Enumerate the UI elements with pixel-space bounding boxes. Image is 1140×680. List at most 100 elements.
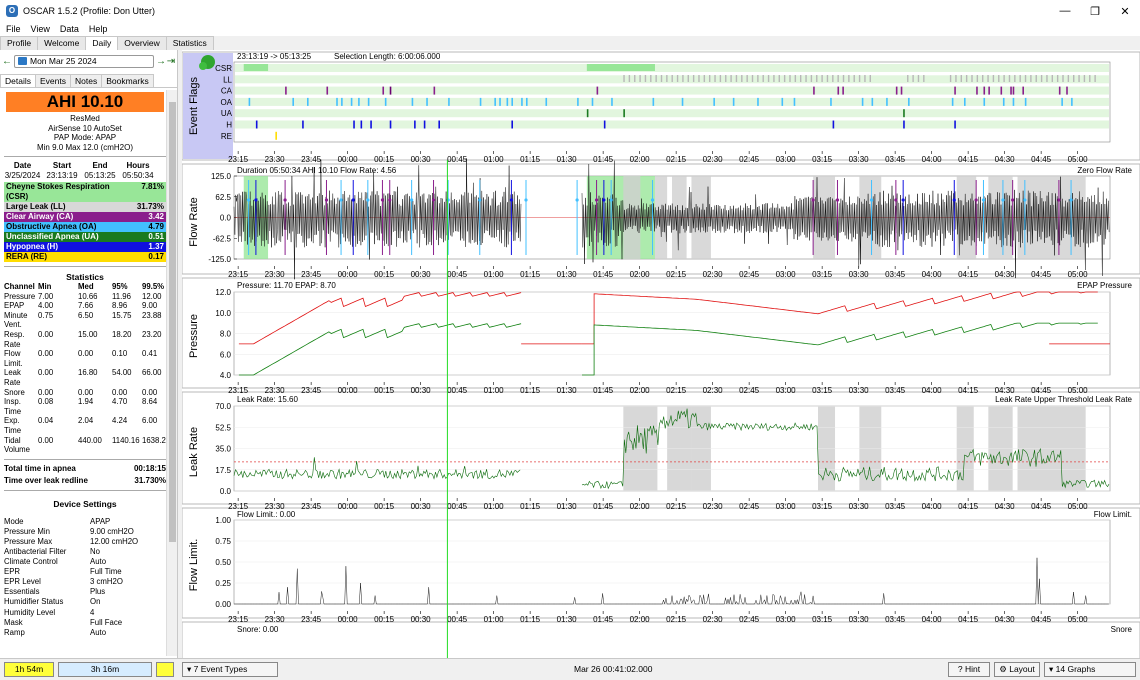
machine-brand: ResMed xyxy=(70,114,100,123)
event-value: 31.73% xyxy=(136,202,164,211)
session-header: End xyxy=(92,161,108,170)
last-day-icon[interactable]: ⇥ xyxy=(166,56,176,67)
time-tick-label: 00:15 xyxy=(374,270,395,279)
date-picker[interactable]: Mon Mar 25 2024 xyxy=(14,54,154,68)
oa-mark xyxy=(499,97,501,106)
time-tick-label: 04:30 xyxy=(995,386,1016,395)
statistics-title: Statistics xyxy=(66,272,104,282)
ll-mark xyxy=(805,75,807,82)
ll-mark xyxy=(725,75,727,82)
tab-details[interactable]: Details xyxy=(0,74,36,87)
event-row[interactable]: Hypopnea (H) 1.37 xyxy=(4,242,166,252)
time-button-2[interactable]: 3h 16m xyxy=(58,662,152,677)
tab-statistics[interactable]: Statistics xyxy=(165,36,214,50)
time-tick-label: 05:00 xyxy=(1068,386,1089,395)
event-row[interactable]: RERA (RE) 0.17 xyxy=(4,252,166,262)
time-button-1[interactable]: 1h 54m xyxy=(4,662,54,677)
tab-bookmarks[interactable]: Bookmarks xyxy=(101,74,154,87)
leak-rate-info: Leak Rate: 15.60 xyxy=(237,395,298,404)
time-tick-label: 01:00 xyxy=(484,386,505,395)
menu-data[interactable]: Data xyxy=(60,24,79,34)
next-day-icon[interactable]: → xyxy=(156,56,166,67)
menu-view[interactable]: View xyxy=(31,24,50,34)
h-mark xyxy=(353,120,355,129)
tab-daily[interactable]: Daily xyxy=(85,36,119,51)
minimize-icon[interactable]: — xyxy=(1050,0,1080,22)
ca-mark xyxy=(382,86,385,95)
stat-header: 95% xyxy=(112,282,128,291)
layout-label: Layout xyxy=(1009,664,1035,674)
flag-row-band xyxy=(235,120,1109,129)
session-end: 05:13:25 xyxy=(84,170,116,180)
time-tick-label: 02:00 xyxy=(630,615,651,624)
time-tick-label: 00:45 xyxy=(447,615,468,624)
time-tick-label: 03:00 xyxy=(776,615,797,624)
stat-header: Med xyxy=(78,282,94,291)
event-row[interactable]: Clear Airway (CA) 3.42 xyxy=(4,212,166,222)
time-tick-label: 04:15 xyxy=(958,615,979,624)
time-tick-label: 02:15 xyxy=(666,386,687,395)
time-tick-label: 04:00 xyxy=(922,155,943,164)
tab-notes[interactable]: Notes xyxy=(69,74,103,87)
stat-header: Channel xyxy=(4,282,35,291)
flow-limit-tick-label: 1.00 xyxy=(215,516,231,525)
event-row[interactable]: Large Leak (LL) 31.73% xyxy=(4,202,166,212)
ll-mark xyxy=(1035,75,1037,82)
time-tick-label: 23:30 xyxy=(265,386,286,395)
tab-events[interactable]: Events xyxy=(34,74,71,87)
event-types-dropdown[interactable]: ▾ 7 Event Types xyxy=(182,662,278,677)
oa-mark xyxy=(526,97,528,106)
help-icon: ? xyxy=(957,664,965,674)
event-label: Hypopnea (H) xyxy=(6,242,58,251)
time-tick-label: 01:15 xyxy=(520,502,541,511)
time-tick-label: 02:00 xyxy=(630,155,651,164)
time-tick-label: 03:30 xyxy=(849,386,870,395)
setting-name: Mode xyxy=(4,516,24,526)
cursor-time: Mar 26 00:41:02.000 xyxy=(574,664,653,674)
event-row[interactable]: Obstructive Apnea (OA) 4.79 xyxy=(4,222,166,232)
setting-value: On xyxy=(90,597,101,607)
menu-help[interactable]: Help xyxy=(89,24,108,34)
event-flags-ylabel: Event Flags xyxy=(188,76,200,135)
hint-button[interactable]: ? Hint xyxy=(948,662,990,677)
ll-mark xyxy=(923,75,925,82)
event-marker-dot xyxy=(339,198,343,202)
oa-mark xyxy=(713,97,715,106)
graphs-dropdown[interactable]: ▾ 14 Graphs xyxy=(1044,662,1136,677)
layout-button[interactable]: ⚙ Layout xyxy=(994,662,1040,677)
graphs-count-label: 14 Graphs xyxy=(1055,664,1096,674)
setting-value: 12.00 cmH2O xyxy=(90,536,139,546)
ll-mark xyxy=(960,75,962,82)
oa-mark xyxy=(506,97,509,106)
ca-mark xyxy=(1022,86,1024,95)
stat-cell: Exp. Time xyxy=(4,416,22,435)
menu-file[interactable]: File xyxy=(6,24,21,34)
prev-day-icon[interactable]: ← xyxy=(2,56,12,67)
tab-overview[interactable]: Overview xyxy=(117,36,167,50)
close-icon[interactable]: ✕ xyxy=(1110,0,1140,22)
ll-mark xyxy=(826,75,829,82)
stat-cell: Tidal Volume xyxy=(4,435,31,455)
oa-mark xyxy=(336,97,338,106)
left-scrollbar[interactable] xyxy=(166,90,177,656)
restore-icon[interactable]: ❐ xyxy=(1080,0,1110,22)
time-tick-label: 01:30 xyxy=(557,155,578,164)
tab-welcome[interactable]: Welcome xyxy=(37,36,87,50)
graph-area: Event Flags Flow Rate Pressure Leak Rate Flo… xyxy=(182,50,1140,658)
time-tick-label: 02:15 xyxy=(666,615,687,624)
stat-cell: 0.00 xyxy=(38,387,54,397)
setting-name: Essentials xyxy=(4,587,40,597)
time-button-3[interactable] xyxy=(156,662,174,677)
oa-mark xyxy=(781,97,784,106)
event-row[interactable]: Cheyne Stokes Respiration (CSR) 7.81% xyxy=(4,182,166,202)
event-marker-dot xyxy=(478,198,482,202)
flow-limit-info: Flow Limit.: 0.00 xyxy=(237,510,296,519)
flag-row-band xyxy=(235,64,1109,72)
tab-profile[interactable]: Profile xyxy=(0,36,39,50)
event-row[interactable]: Unclassified Apnea (UA) 0.51 xyxy=(4,232,166,242)
oa-mark xyxy=(871,97,874,106)
time-tick-label: 03:45 xyxy=(885,615,906,624)
event-types-label: 7 Event Types xyxy=(193,664,248,674)
oa-mark xyxy=(521,97,523,106)
scroll-thumb[interactable] xyxy=(169,102,176,542)
